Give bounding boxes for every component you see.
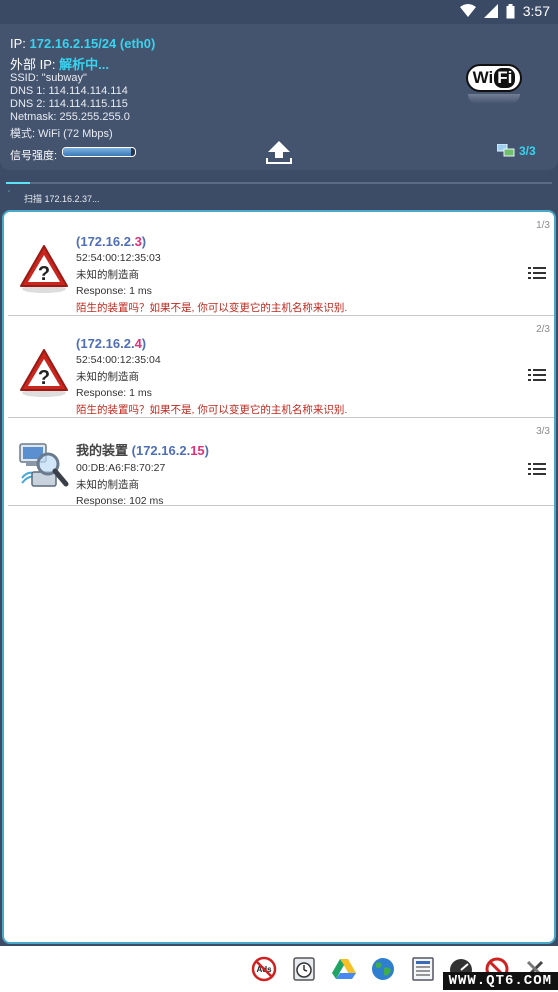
device-details: 我的装置 (172.16.2.15) 00:DB:A6:F8:70:27 未知的… bbox=[76, 440, 209, 507]
wifi-logo-fi: Fi bbox=[494, 68, 516, 88]
device-vendor: 未知的制造商 bbox=[76, 371, 139, 383]
status-icons: 3:57 bbox=[459, 3, 550, 19]
device-details: (172.16.2.4) 52:54:00:12:35:04 未知的制造商 Re… bbox=[76, 336, 347, 417]
network-devices-icon bbox=[497, 144, 515, 157]
device-title: (172.16.2.3) bbox=[76, 234, 147, 249]
ip-line: IP: 172.16.2.15/24 (eth0) bbox=[10, 36, 155, 51]
wifi-logo[interactable]: Wi Fi bbox=[466, 64, 522, 92]
devices-count-button[interactable]: 3/3 bbox=[497, 144, 536, 158]
external-ip-line: 外部 IP: 解析中... bbox=[10, 54, 109, 73]
scan-status: ′ 扫描 172.16.2.37... bbox=[0, 176, 558, 208]
device-response: Response: 1 ms bbox=[76, 387, 152, 399]
external-ip-label: 外部 IP: bbox=[10, 57, 56, 72]
device-row[interactable]: 1/3 ? (172.16.2.3) 52:54:00:12:35:03 未知的… bbox=[8, 212, 554, 316]
device-ip-last: 15 bbox=[190, 443, 205, 458]
ssid: SSID: "subway" bbox=[10, 72, 87, 84]
device-ip-prefix: 172.16.2. bbox=[80, 234, 135, 249]
device-row[interactable]: 2/3 ? (172.16.2.4) 52:54:00:12:35:04 未知的… bbox=[8, 316, 554, 418]
device-mac: 00:DB:A6:F8:70:27 bbox=[76, 462, 166, 474]
device-warning: 陌生的装置吗？如果不是, 你可以变更它的主机名称来识别. bbox=[76, 404, 348, 416]
netmask: Netmask: 255.255.255.0 bbox=[10, 111, 130, 123]
upload-icon[interactable] bbox=[264, 138, 294, 166]
device-mac: 52:54:00:12:35:03 bbox=[76, 252, 161, 264]
wifi-logo-reflection bbox=[468, 94, 520, 104]
device-title: (172.16.2.4) bbox=[76, 336, 147, 351]
unknown-device-warning-icon: ? bbox=[20, 245, 68, 293]
svg-text:?: ? bbox=[38, 263, 50, 285]
status-bar: 3:57 bbox=[0, 0, 558, 24]
device-list[interactable]: 1/3 ? (172.16.2.3) 52:54:00:12:35:03 未知的… bbox=[2, 210, 556, 944]
scan-text: 扫描 172.16.2.37... bbox=[24, 194, 100, 204]
device-details: (172.16.2.3) 52:54:00:12:35:03 未知的制造商 Re… bbox=[76, 234, 347, 315]
signal-label: 信号强度: bbox=[10, 150, 58, 162]
dns2: DNS 2: 114.114.115.115 bbox=[10, 98, 128, 110]
device-mac: 52:54:00:12:35:04 bbox=[76, 354, 161, 366]
site-watermark: WWW.QT6.COM bbox=[442, 972, 558, 990]
no-ads-icon[interactable]: Ads bbox=[251, 956, 277, 982]
device-title: 我的装置 (172.16.2.15) bbox=[76, 443, 209, 458]
document-list-icon[interactable] bbox=[410, 956, 436, 982]
device-ip-last: 4 bbox=[134, 336, 142, 351]
ip-label: IP: bbox=[10, 36, 26, 51]
network-info-panel: IP: 172.16.2.15/24 (eth0) 外部 IP: 解析中... … bbox=[0, 24, 558, 170]
unknown-device-warning-icon: ? bbox=[20, 349, 68, 397]
device-row[interactable]: 3/3 我的装置 (172.16.2.15) 00:DB:A6:F8:70:27… bbox=[8, 418, 554, 507]
devices-count: 3/3 bbox=[519, 144, 536, 158]
device-ip-prefix: 172.16.2. bbox=[135, 443, 191, 458]
globe-icon[interactable] bbox=[370, 956, 396, 982]
list-menu-icon[interactable] bbox=[528, 368, 546, 382]
battery-icon bbox=[506, 3, 515, 18]
connection-mode: 模式: WiFi (72 Mbps) bbox=[10, 128, 113, 140]
row-index: 1/3 bbox=[536, 220, 550, 231]
ip-value: 172.16.2.15/24 (eth0) bbox=[29, 36, 156, 51]
device-response: Response: 1 ms bbox=[76, 285, 152, 297]
device-warning: 陌生的装置吗？如果不是, 你可以变更它的主机名称来识别. bbox=[76, 302, 348, 314]
wifi-logo-wi: Wi bbox=[472, 68, 494, 87]
clock: 3:57 bbox=[522, 3, 550, 19]
scan-spinner-icon: ′ bbox=[8, 190, 11, 200]
list-menu-icon[interactable] bbox=[528, 462, 546, 476]
signal-strength-fill bbox=[63, 148, 132, 156]
scan-progress-track bbox=[6, 182, 552, 184]
device-ip-last: 3 bbox=[134, 234, 142, 249]
wifi-signal-icon bbox=[459, 4, 476, 17]
signal-strength-bar bbox=[62, 147, 136, 157]
svg-text:?: ? bbox=[38, 367, 50, 389]
google-drive-icon[interactable] bbox=[331, 956, 357, 982]
scan-progress-fill bbox=[6, 182, 30, 184]
device-name: 我的装置 bbox=[76, 443, 132, 458]
external-ip-value: 解析中... bbox=[59, 57, 109, 72]
dns1: DNS 1: 114.114.114.114 bbox=[10, 85, 128, 97]
device-response: Response: 102 ms bbox=[76, 495, 164, 507]
device-vendor: 未知的制造商 bbox=[76, 479, 139, 491]
row-index: 2/3 bbox=[536, 324, 550, 335]
my-device-computer-icon bbox=[19, 443, 69, 487]
list-menu-icon[interactable] bbox=[528, 266, 546, 280]
device-vendor: 未知的制造商 bbox=[76, 269, 139, 281]
cell-signal-icon bbox=[483, 4, 498, 18]
row-index: 3/3 bbox=[536, 426, 550, 437]
timer-icon[interactable] bbox=[291, 956, 317, 982]
device-ip-prefix: 172.16.2. bbox=[80, 336, 135, 351]
